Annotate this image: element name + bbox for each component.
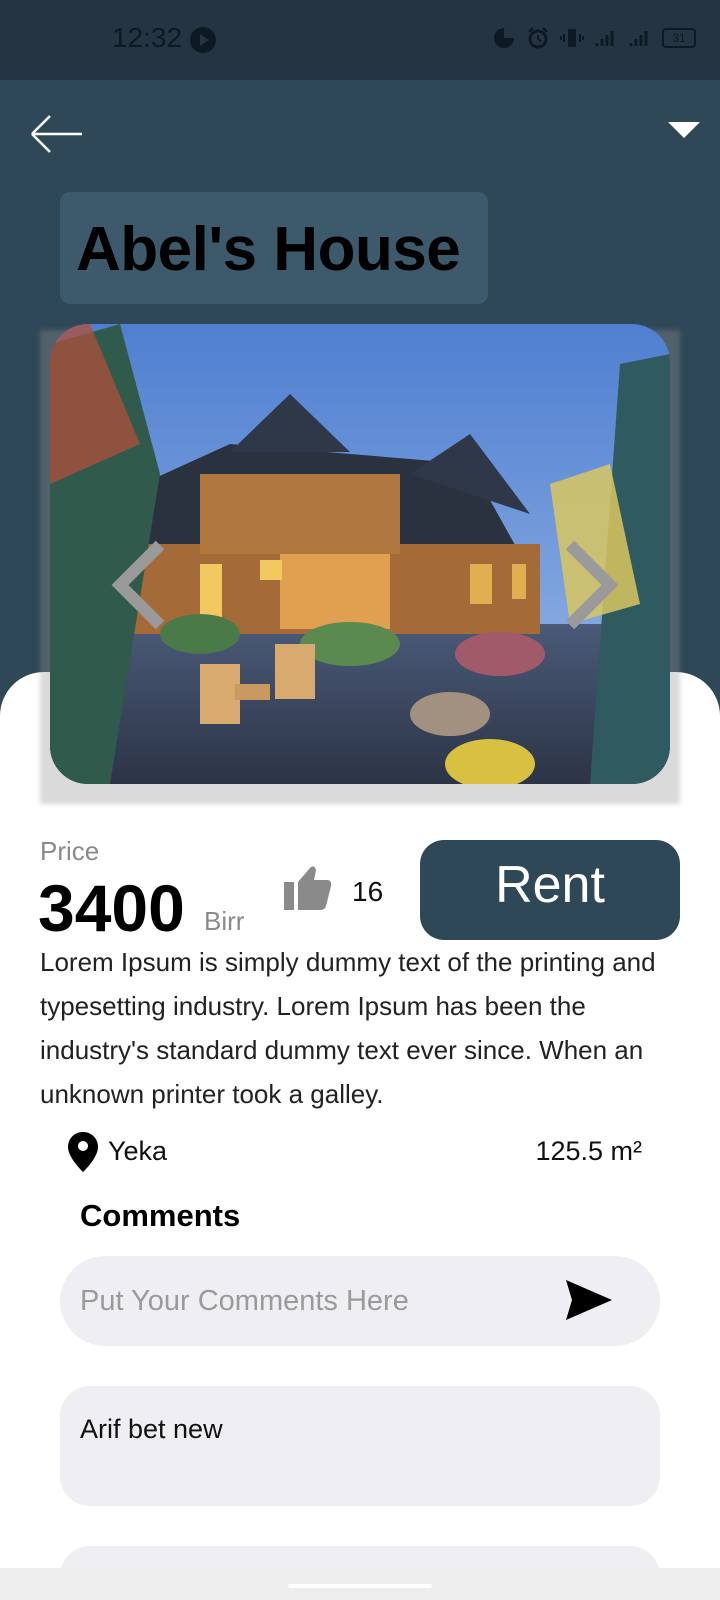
- like-count: 16: [352, 876, 384, 907]
- dropdown-button[interactable]: [668, 120, 700, 140]
- price-value: 3400: [38, 871, 185, 945]
- status-bar: 12:32 31: [0, 0, 720, 80]
- comments-heading: Comments: [80, 1198, 241, 1233]
- arrow-left-icon: [31, 115, 82, 153]
- signal-icon: [595, 31, 614, 46]
- price-unit: Birr: [204, 906, 245, 936]
- alarm-icon: [528, 27, 548, 49]
- triangle-down-icon: [668, 122, 700, 138]
- back-button[interactable]: [30, 112, 84, 156]
- location-pin-icon: [68, 1132, 98, 1172]
- status-time: 12:32: [112, 22, 183, 53]
- description: Lorem Ipsum is simply dummy text of the …: [40, 947, 656, 1109]
- vibrate-icon: [560, 29, 584, 47]
- battery-icon: 31: [662, 28, 696, 48]
- status-icons: 31: [492, 26, 696, 50]
- comment-input[interactable]: [80, 1256, 550, 1346]
- signal-icon: [629, 31, 648, 46]
- send-icon: [566, 1280, 612, 1320]
- page-title: Abel's House: [76, 215, 461, 284]
- play-icon: [190, 27, 216, 53]
- gallery-next-button[interactable]: [560, 540, 620, 630]
- chevron-left-icon: [111, 540, 165, 630]
- price-label: Price: [40, 836, 100, 866]
- rent-button[interactable]: Rent: [420, 840, 680, 940]
- gallery-prev-button[interactable]: [110, 540, 170, 630]
- title-box: Abel's House: [60, 192, 488, 304]
- area-text: 125.5 m²: [535, 1136, 642, 1166]
- chevron-right-icon: [565, 540, 619, 630]
- comment-text: Arif bet new: [80, 1414, 223, 1444]
- send-button[interactable]: [566, 1280, 612, 1320]
- location-text: Yeka: [108, 1136, 168, 1166]
- system-nav-bar: [0, 1568, 720, 1600]
- home-handle[interactable]: [288, 1584, 432, 1588]
- thumbs-up-icon[interactable]: [284, 864, 332, 910]
- comment-input-container: [60, 1256, 660, 1346]
- data-saver-icon: [494, 28, 514, 48]
- comment-item: Arif bet new: [60, 1386, 660, 1506]
